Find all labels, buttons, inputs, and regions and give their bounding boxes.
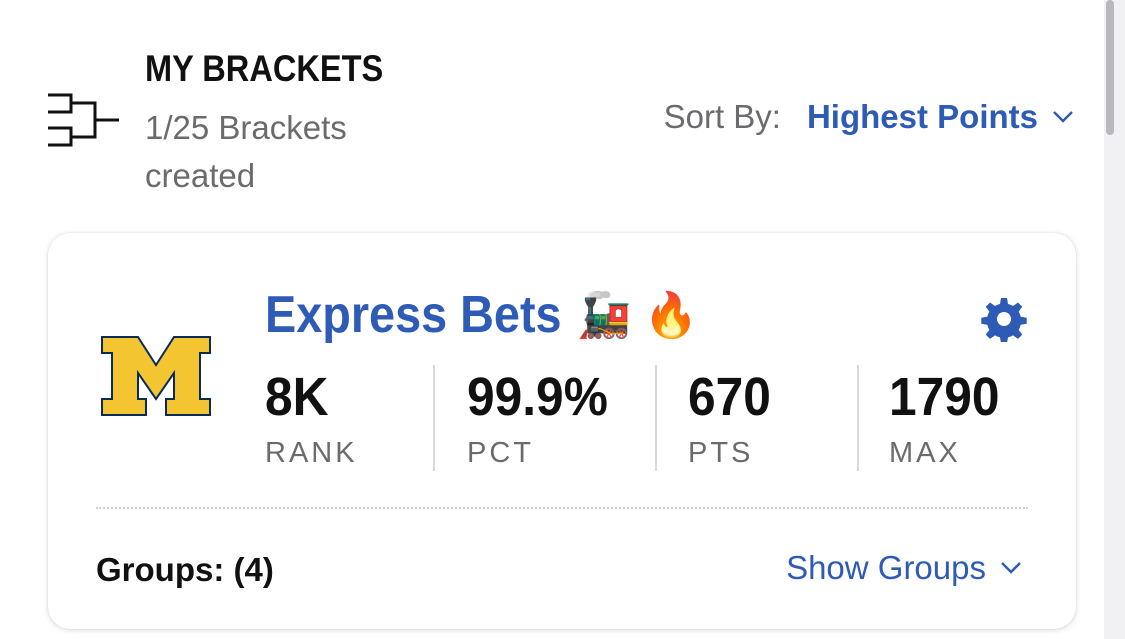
stat-pct: 99.9% PCT	[467, 363, 620, 471]
bracket-name[interactable]: Express Bets	[265, 285, 562, 345]
stat-value: 8K	[265, 367, 329, 427]
bracket-name-row[interactable]: Express Bets 🚂 🔥	[265, 285, 698, 345]
page-title: MY BRACKETS	[145, 48, 384, 89]
stat-label: RANK	[265, 437, 358, 469]
chevron-down-icon[interactable]	[1000, 561, 1022, 575]
stat-rank: 8K RANK	[265, 363, 358, 471]
brackets-count: 1/25 Brackets created	[145, 109, 347, 194]
show-groups-label[interactable]: Show Groups	[786, 549, 986, 587]
michigan-logo-icon	[101, 336, 211, 416]
stat-label: PTS	[688, 437, 754, 469]
groups-count: Groups: (4)	[96, 551, 274, 588]
bracket-card[interactable]: Express Bets 🚂 🔥 8K RANK 99.9% PCT 670 P…	[48, 233, 1076, 629]
chevron-down-icon[interactable]	[1052, 110, 1074, 124]
stat-divider	[857, 365, 859, 471]
page: MY BRACKETS 1/25 Brackets created Sort B…	[0, 0, 1125, 639]
stat-label: PCT	[467, 437, 534, 469]
sort-dropdown[interactable]: Highest Points	[807, 98, 1038, 136]
scrollbar[interactable]	[1106, 0, 1114, 135]
bracket-icon	[48, 93, 119, 147]
sort-control[interactable]: Sort By: Highest Points	[664, 98, 1074, 136]
stat-label: MAX	[889, 437, 961, 469]
dotted-divider	[96, 507, 1028, 509]
bracket-stats: 8K RANK 99.9% PCT 670 PTS 1790 MAX	[265, 363, 1055, 473]
bracket-emojis: 🚂 🔥	[576, 291, 699, 340]
stat-divider	[655, 365, 657, 471]
stat-max: 1790 MAX	[889, 363, 1009, 471]
brackets-header: MY BRACKETS 1/25 Brackets created Sort B…	[0, 0, 1104, 230]
stat-value: 99.9%	[467, 367, 608, 427]
stat-pts: 670 PTS	[688, 363, 778, 471]
stat-value: 1790	[889, 367, 1000, 427]
stat-value: 670	[688, 367, 771, 427]
brackets-panel: MY BRACKETS 1/25 Brackets created Sort B…	[0, 0, 1104, 639]
gear-icon[interactable]	[981, 296, 1027, 342]
show-groups-button[interactable]: Show Groups	[786, 549, 1022, 587]
sort-label: Sort By:	[663, 98, 781, 135]
stat-divider	[433, 365, 435, 471]
